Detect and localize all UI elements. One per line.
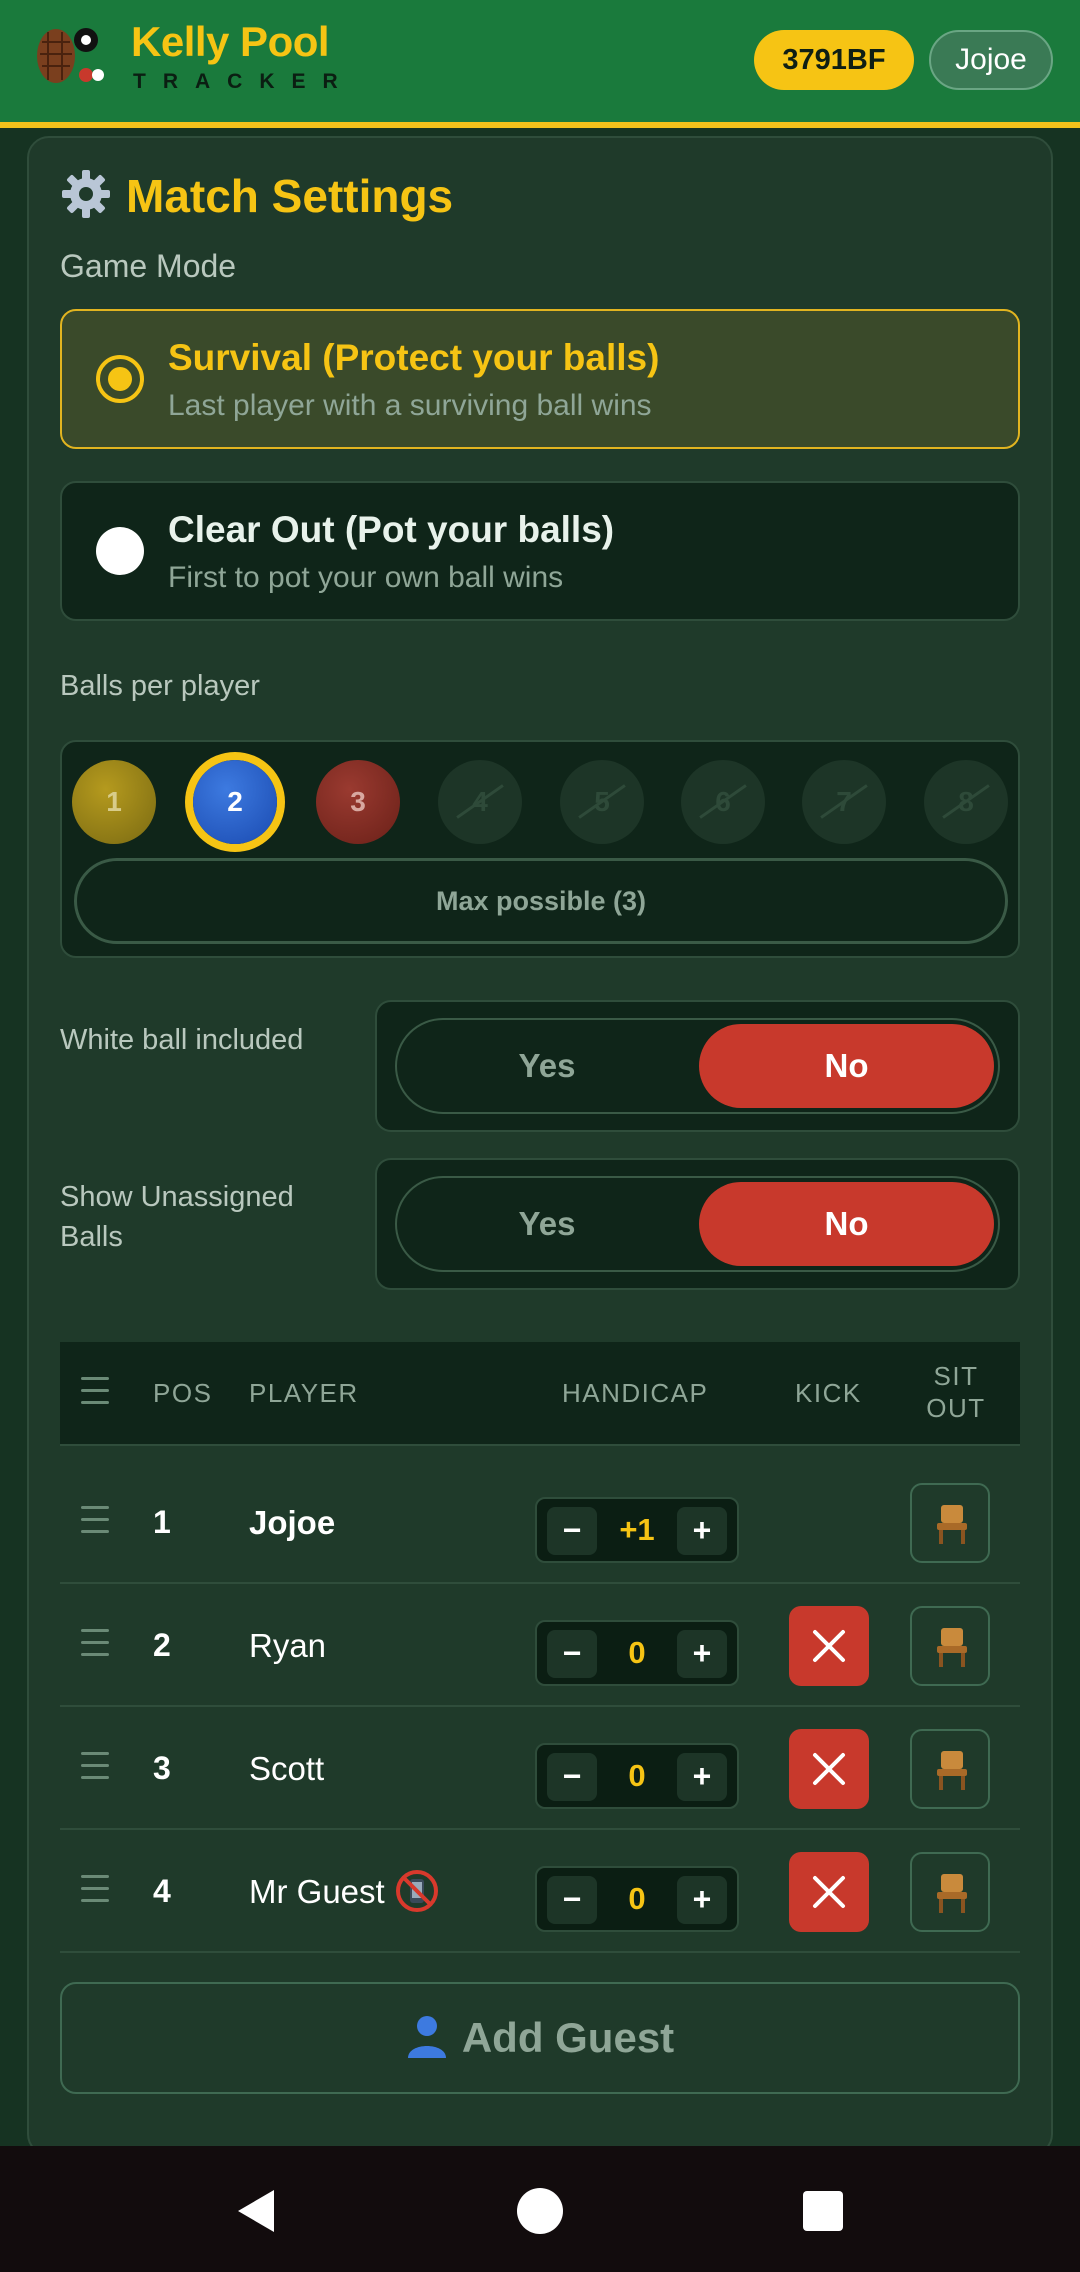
handicap-stepper: − 0 + xyxy=(535,1620,739,1686)
handicap-stepper: − 0 + xyxy=(535,1866,739,1932)
max-possible-button[interactable]: Max possible (3) xyxy=(74,858,1008,944)
no-phone-icon xyxy=(395,1870,438,1912)
table-row: 4 Mr Guest − 0 + xyxy=(60,1830,1020,1953)
player-position: 1 xyxy=(153,1504,171,1540)
handicap-plus-button[interactable]: + xyxy=(677,1876,727,1924)
sit-out-button[interactable] xyxy=(910,1606,990,1686)
show-unassigned-yes[interactable]: Yes xyxy=(397,1178,697,1270)
close-icon xyxy=(813,1876,845,1908)
kick-button[interactable] xyxy=(789,1852,869,1932)
sit-out-button[interactable] xyxy=(910,1483,990,1563)
drag-handle-icon[interactable] xyxy=(81,1628,109,1661)
table-row: 1 Jojoe − +1 + xyxy=(60,1461,1020,1584)
app-subtitle: TRACKER xyxy=(133,70,355,93)
recents-icon[interactable] xyxy=(798,2186,848,2236)
handicap-plus-button[interactable]: + xyxy=(677,1507,727,1555)
user-chip[interactable]: Jojoe xyxy=(929,30,1053,90)
close-icon xyxy=(813,1630,845,1662)
ball-option-6: 6 xyxy=(681,760,765,844)
handicap-minus-button[interactable]: − xyxy=(547,1753,597,1801)
handicap-stepper: − 0 + xyxy=(535,1743,739,1809)
drag-handle-icon[interactable] xyxy=(81,1874,109,1907)
mode-title: Survival (Protect your balls) xyxy=(168,337,660,378)
chair-icon xyxy=(937,1751,967,1790)
table-row: 3 Scott − 0 + xyxy=(60,1707,1020,1830)
handicap-plus-button[interactable]: + xyxy=(677,1630,727,1678)
kick-button[interactable] xyxy=(789,1606,869,1686)
kelly-pool-logo-icon xyxy=(37,28,104,83)
show-unassigned-toggle-track: Yes No xyxy=(395,1176,1000,1272)
chair-icon xyxy=(937,1874,967,1913)
ball-option-4: 4 xyxy=(438,760,522,844)
mode-option-clear-out[interactable]: Clear Out (Pot your balls) First to pot … xyxy=(60,481,1020,621)
drag-handle-icon[interactable] xyxy=(81,1751,109,1784)
player-name: Mr Guest xyxy=(249,1873,385,1910)
match-settings-title: Match Settings xyxy=(60,168,453,223)
chair-icon xyxy=(937,1505,967,1544)
handicap-minus-button[interactable]: − xyxy=(547,1876,597,1924)
player-name-cell: Mr Guest xyxy=(249,1830,439,1953)
mode-option-survival[interactable]: Survival (Protect your balls) Last playe… xyxy=(60,309,1020,449)
app-header: Kelly Pool TRACKER 3791BF Jojoe xyxy=(0,0,1080,128)
white-ball-toggle-track: Yes No xyxy=(395,1018,1000,1114)
person-icon xyxy=(407,2016,446,2058)
chair-icon xyxy=(937,1628,967,1667)
handicap-plus-button[interactable]: + xyxy=(677,1753,727,1801)
handicap-value: +1 xyxy=(619,1512,655,1547)
white-ball-label: White ball included xyxy=(60,1024,304,1056)
drag-handle-icon xyxy=(81,1377,109,1409)
col-sit-out: SIT OUT xyxy=(926,1361,986,1423)
handicap-minus-button[interactable]: − xyxy=(547,1630,597,1678)
drag-handle-icon[interactable] xyxy=(81,1505,109,1538)
system-navigation-bar xyxy=(0,2146,1080,2272)
ball-option-2[interactable]: 2 xyxy=(193,760,277,844)
home-icon[interactable] xyxy=(515,2186,565,2236)
kick-button[interactable] xyxy=(789,1729,869,1809)
add-guest-button[interactable]: Add Guest xyxy=(60,1982,1020,2094)
radio-clear-out[interactable] xyxy=(96,527,144,575)
close-icon xyxy=(813,1753,845,1785)
room-code-badge[interactable]: 3791BF xyxy=(754,30,914,90)
balls-per-player-selector: 1 2 3 4 5 6 7 8 Max possible (3) xyxy=(60,740,1020,958)
back-icon[interactable] xyxy=(232,2186,282,2236)
handicap-value: 0 xyxy=(628,1881,646,1916)
col-kick: KICK xyxy=(795,1378,862,1408)
handicap-value: 0 xyxy=(628,1635,646,1670)
ball-option-1[interactable]: 1 xyxy=(72,760,156,844)
white-ball-toggle: Yes No xyxy=(375,1000,1020,1132)
game-mode-label: Game Mode xyxy=(60,248,237,284)
mode-title: Clear Out (Pot your balls) xyxy=(168,509,615,550)
sit-out-button[interactable] xyxy=(910,1852,990,1932)
ball-option-5: 5 xyxy=(560,760,644,844)
ball-option-7: 7 xyxy=(802,760,886,844)
show-unassigned-label: Show Unassigned Balls xyxy=(60,1181,294,1253)
mode-description: First to pot your own ball wins xyxy=(168,561,564,594)
player-position: 3 xyxy=(153,1750,171,1786)
show-unassigned-no[interactable]: No xyxy=(699,1182,994,1266)
player-name: Jojoe xyxy=(249,1504,336,1541)
ball-option-8: 8 xyxy=(924,760,1008,844)
player-name: Ryan xyxy=(249,1627,327,1664)
table-row: 2 Ryan − 0 + xyxy=(60,1584,1020,1707)
app-title: Kelly Pool xyxy=(131,18,330,65)
handicap-minus-button[interactable]: − xyxy=(547,1507,597,1555)
mode-description: Last player with a surviving ball wins xyxy=(168,389,652,422)
white-ball-no[interactable]: No xyxy=(699,1024,994,1108)
player-position: 2 xyxy=(153,1627,171,1663)
radio-survival[interactable] xyxy=(96,355,144,403)
show-unassigned-toggle: Yes No xyxy=(375,1158,1020,1290)
col-handicap: HANDICAP xyxy=(562,1378,709,1408)
players-table-header: POS PLAYER HANDICAP KICK SIT OUT xyxy=(60,1342,1020,1446)
handicap-value: 0 xyxy=(628,1758,646,1793)
handicap-stepper: − +1 + xyxy=(535,1497,739,1563)
ball-option-3[interactable]: 3 xyxy=(316,760,400,844)
white-ball-yes[interactable]: Yes xyxy=(397,1020,697,1112)
col-pos: POS xyxy=(153,1378,213,1408)
player-name: Scott xyxy=(249,1750,325,1787)
balls-per-player-label: Balls per player xyxy=(60,670,260,702)
sit-out-button[interactable] xyxy=(910,1729,990,1809)
col-player: PLAYER xyxy=(249,1378,359,1408)
player-position: 4 xyxy=(153,1873,171,1909)
gear-icon xyxy=(62,170,110,218)
